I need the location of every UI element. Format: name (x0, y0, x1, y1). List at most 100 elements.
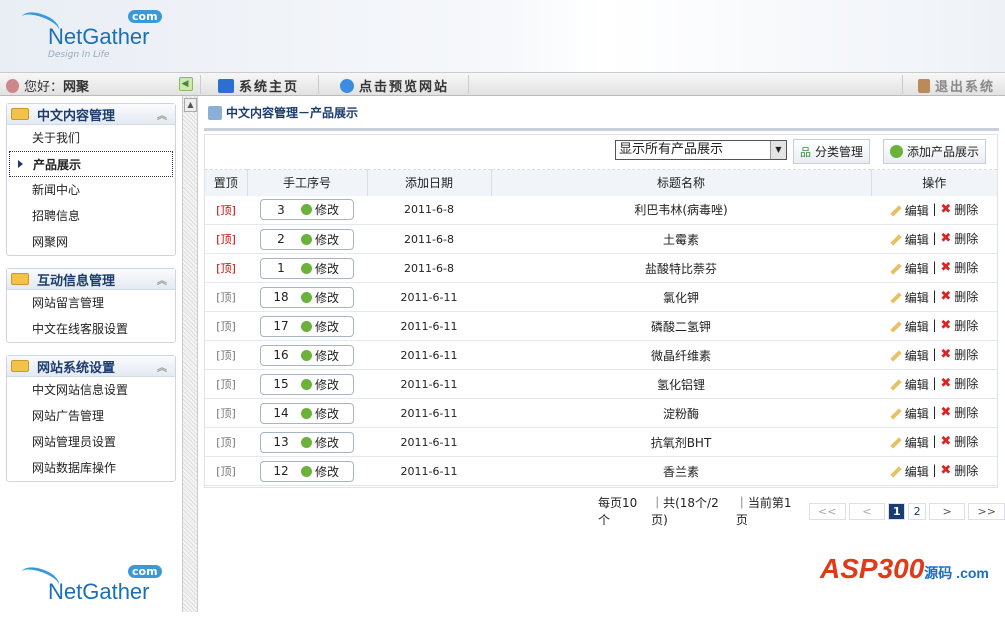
page-1-button[interactable]: 1 (888, 502, 906, 520)
order-field: 17 修改 (260, 315, 354, 337)
sidebar-item-about[interactable]: 关于我们 (7, 125, 175, 151)
delete-button[interactable]: ✖ 删除 (940, 259, 978, 276)
edit-button[interactable]: 编辑 (890, 347, 929, 364)
order-input[interactable]: 14 (261, 406, 301, 420)
modify-order-button[interactable]: 修改 (301, 405, 339, 422)
last-page-button[interactable]: >> (968, 502, 1005, 520)
sidebar-item-products[interactable]: 产品展示 (9, 151, 173, 177)
delete-button[interactable]: ✖ 删除 (940, 346, 978, 363)
prev-page-button[interactable]: < (848, 502, 886, 520)
sidebar-item-messages[interactable]: 网站留言管理 (7, 290, 175, 316)
edit-button[interactable]: 编辑 (890, 231, 929, 248)
edit-button[interactable]: 编辑 (890, 376, 929, 393)
modify-order-button[interactable]: 修改 (301, 201, 339, 218)
col-actions: 操作 (871, 169, 997, 196)
folder-icon (11, 108, 29, 120)
order-input[interactable]: 16 (261, 348, 301, 362)
table-row: [顶] 18 修改 2011-6-11 氯化钾 编辑 | ✖ 删除 (205, 282, 997, 312)
edit-button[interactable]: 编辑 (890, 405, 929, 422)
table-row: [顶] 17 修改 2011-6-11 磷酸二氢钾 编辑 | ✖ 删除 (205, 311, 997, 341)
sidebar-item-site-info[interactable]: 中文网站信息设置 (7, 377, 175, 403)
user-greeting: 您好： 网聚 (6, 76, 89, 95)
next-page-button[interactable]: > (928, 502, 966, 520)
modify-order-button[interactable]: 修改 (301, 260, 339, 277)
date-cell: 2011-6-11 (367, 282, 491, 312)
title-cell: 氯化钾 (491, 282, 871, 312)
delete-button[interactable]: ✖ 删除 (940, 462, 978, 479)
add-product-button[interactable]: 添加产品展示 (883, 139, 987, 164)
pencil-icon (890, 350, 902, 362)
pin-top-toggle[interactable]: [顶] (216, 465, 236, 478)
scroll-up-button[interactable]: ▲ (184, 98, 197, 112)
delete-button[interactable]: ✖ 删除 (940, 288, 978, 305)
modify-order-button[interactable]: 修改 (301, 347, 339, 364)
title-cell: 磷酸二氢钾 (491, 311, 871, 341)
edit-button[interactable]: 编辑 (890, 318, 929, 335)
delete-button[interactable]: ✖ 删除 (940, 375, 978, 392)
group-header[interactable]: 网站系统设置 ︽ (7, 356, 175, 377)
first-page-button[interactable]: << (808, 502, 846, 520)
pin-top-toggle[interactable]: [顶] (216, 378, 236, 391)
group-header[interactable]: 互动信息管理 ︽ (7, 269, 175, 290)
edit-button[interactable]: 编辑 (890, 202, 929, 219)
pin-top-toggle[interactable]: [顶] (216, 204, 236, 217)
modify-order-button[interactable]: 修改 (301, 434, 339, 451)
pin-top-toggle[interactable]: [顶] (216, 407, 236, 420)
order-input[interactable]: 3 (261, 203, 301, 217)
plus-icon (890, 145, 903, 158)
edit-button[interactable]: 编辑 (890, 463, 929, 480)
page-2-button[interactable]: 2 (908, 502, 926, 520)
order-input[interactable]: 13 (261, 435, 301, 449)
home-link[interactable]: 系统主页 (218, 76, 299, 95)
order-input[interactable]: 2 (261, 232, 301, 246)
modify-order-button[interactable]: 修改 (301, 289, 339, 306)
edit-button[interactable]: 编辑 (890, 260, 929, 277)
sidebar-item-netgather[interactable]: 网聚网 (7, 229, 175, 255)
logout-link[interactable]: 退出系统 (918, 76, 995, 95)
category-manage-button[interactable]: 品分类管理 (793, 139, 871, 164)
order-input[interactable]: 1 (261, 261, 301, 275)
pencil-icon (890, 466, 902, 478)
pin-top-toggle[interactable]: [顶] (216, 320, 236, 333)
edit-button[interactable]: 编辑 (890, 289, 929, 306)
pin-top-toggle[interactable]: [顶] (216, 291, 236, 304)
title-cell: 氢化铝锂 (491, 369, 871, 399)
modify-order-button[interactable]: 修改 (301, 463, 339, 480)
refresh-icon (301, 262, 312, 274)
order-input[interactable]: 18 (261, 290, 301, 304)
delete-button[interactable]: ✖ 删除 (940, 404, 978, 421)
sidebar-item-admins[interactable]: 网站管理员设置 (7, 429, 175, 455)
modify-order-button[interactable]: 修改 (301, 231, 339, 248)
group-header[interactable]: 中文内容管理 ︽ (7, 104, 175, 125)
pin-top-toggle[interactable]: [顶] (216, 233, 236, 246)
delete-button[interactable]: ✖ 删除 (940, 230, 978, 247)
pin-top-toggle[interactable]: [顶] (216, 349, 236, 362)
pencil-icon (890, 292, 902, 304)
sidebar-item-ads[interactable]: 网站广告管理 (7, 403, 175, 429)
preview-site-link[interactable]: 点击预览网站 (340, 76, 449, 95)
delete-button[interactable]: ✖ 删除 (940, 201, 978, 218)
collapse-icon[interactable]: ︽ (157, 272, 167, 287)
modify-order-button[interactable]: 修改 (301, 376, 339, 393)
delete-x-icon: ✖ (940, 462, 952, 478)
category-filter-select[interactable]: 显示所有产品展示 ▼ (615, 140, 787, 160)
collapse-icon[interactable]: ︽ (157, 359, 167, 374)
sidebar-item-database[interactable]: 网站数据库操作 (7, 455, 175, 481)
collapse-sidebar-button[interactable]: ◀ (179, 77, 193, 91)
delete-button[interactable]: ✖ 删除 (940, 433, 978, 450)
sidebar-item-news[interactable]: 新闻中心 (7, 177, 175, 203)
delete-x-icon: ✖ (940, 433, 952, 449)
sidebar-item-online-service[interactable]: 中文在线客服设置 (7, 316, 175, 342)
order-input[interactable]: 15 (261, 377, 301, 391)
sidebar-item-jobs[interactable]: 招聘信息 (7, 203, 175, 229)
order-input[interactable]: 17 (261, 319, 301, 333)
delete-x-icon: ✖ (940, 288, 952, 304)
delete-button[interactable]: ✖ 删除 (940, 317, 978, 334)
edit-button[interactable]: 编辑 (890, 434, 929, 451)
pin-top-toggle[interactable]: [顶] (216, 262, 236, 275)
order-input[interactable]: 12 (261, 464, 301, 478)
pin-top-toggle[interactable]: [顶] (216, 436, 236, 449)
collapse-icon[interactable]: ︽ (157, 107, 167, 122)
scrollbar[interactable]: ▲ (182, 96, 198, 612)
modify-order-button[interactable]: 修改 (301, 318, 339, 335)
